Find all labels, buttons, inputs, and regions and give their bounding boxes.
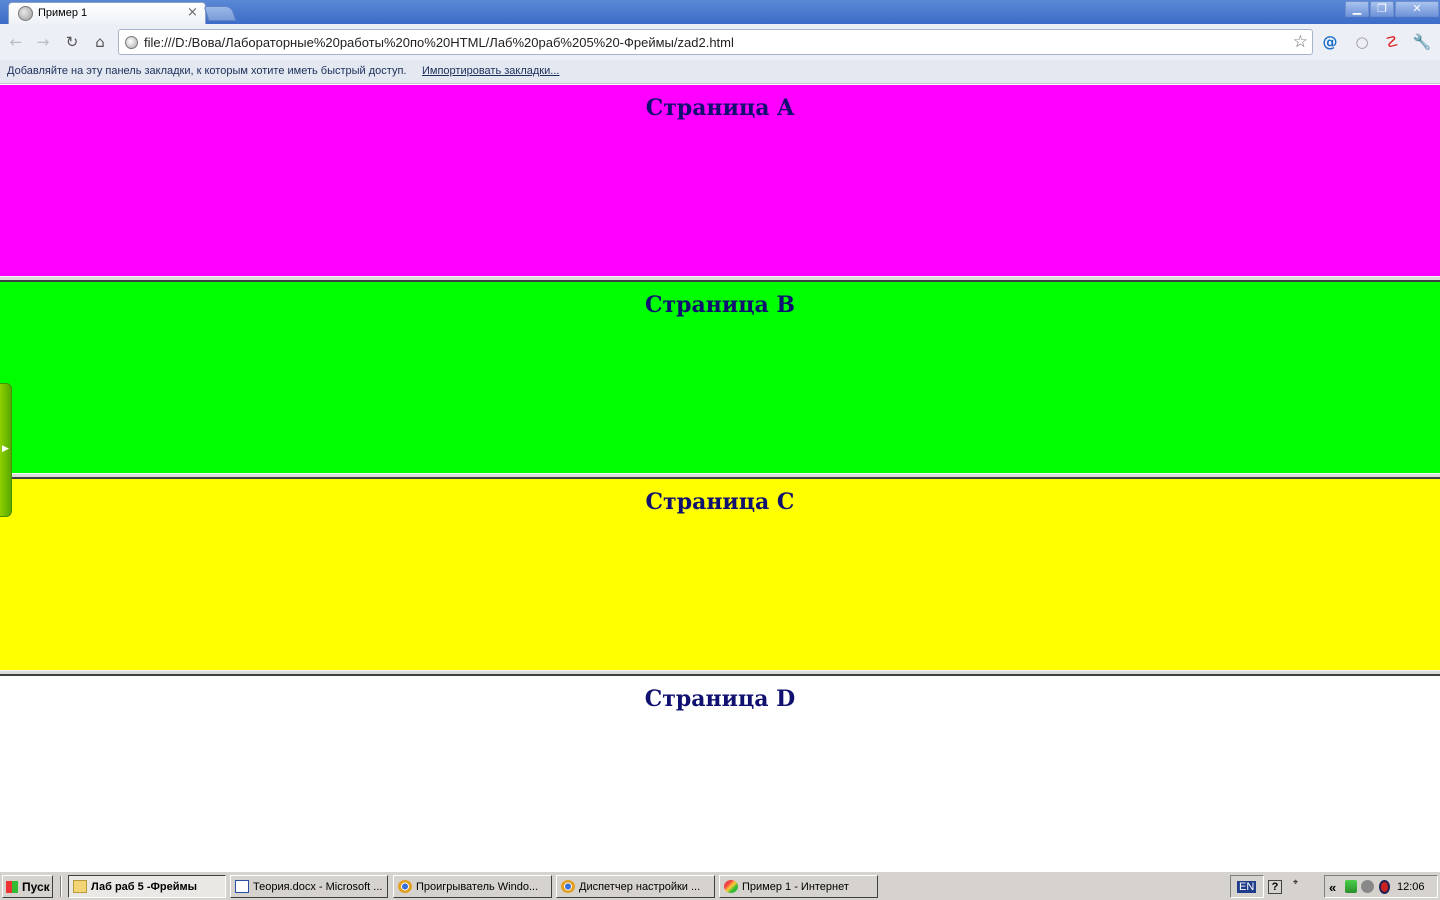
antivirus-icon[interactable]: ☡: [1382, 32, 1402, 52]
address-text: file:///D:/Вова/Лабораторные%20работы%20…: [144, 35, 734, 50]
side-panel-handle[interactable]: ▶: [0, 383, 12, 517]
frame-b-heading: Страница B: [645, 292, 795, 318]
globe-icon: [18, 6, 33, 21]
task-folder[interactable]: Лаб раб 5 -Фреймы: [68, 875, 226, 898]
frame-a-heading: Страница A: [645, 95, 795, 121]
tray-options-icon[interactable]: ⌖: [1293, 877, 1298, 888]
bluetooth-icon[interactable]: [1379, 880, 1390, 894]
frame-b: Страница B: [0, 282, 1440, 473]
task-settings-manager[interactable]: Диспетчер настройки ...: [556, 875, 715, 898]
frame-a: Страница A: [0, 85, 1440, 276]
network-icon[interactable]: [1345, 880, 1357, 893]
start-button[interactable]: Пуск: [2, 875, 53, 898]
page-icon: [125, 36, 138, 49]
clock[interactable]: 12:06: [1397, 881, 1425, 893]
tab-close-icon[interactable]: ×: [187, 5, 198, 20]
bookmarks-bar: Добавляйте на эту панель закладки, к кот…: [0, 60, 1440, 84]
expand-arrow-icon: ▶: [2, 444, 9, 454]
new-tab-button[interactable]: [203, 6, 237, 21]
taskbar: Пуск Лаб раб 5 -Фреймы Теория.docx - Mic…: [0, 871, 1440, 900]
tray-expand-button[interactable]: «: [1329, 880, 1336, 895]
frame-d: Страница D: [0, 676, 1440, 870]
folder-icon: [73, 880, 87, 893]
frame-c: Страница C: [0, 479, 1440, 670]
mail-icon[interactable]: @: [1320, 32, 1340, 52]
help-icon[interactable]: ?: [1268, 880, 1282, 894]
frame-d-heading: Страница D: [644, 686, 796, 712]
task-label: Теория.docx - Microsoft ...: [253, 881, 383, 893]
start-label: Пуск: [22, 880, 50, 894]
minimize-button[interactable]: ▁: [1345, 1, 1369, 17]
browser-toolbar: ← → ↻ ⌂ file:///D:/Вова/Лабораторные%20р…: [0, 24, 1440, 60]
close-window-button[interactable]: ✕: [1395, 1, 1439, 17]
wrench-icon[interactable]: 🔧: [1412, 32, 1432, 52]
task-label: Проигрыватель Windo...: [416, 881, 539, 893]
browser-tab[interactable]: Пример 1 ×: [8, 2, 206, 24]
language-bar[interactable]: EN: [1230, 875, 1264, 898]
import-bookmarks-link[interactable]: Импортировать закладки...: [422, 65, 559, 77]
system-tray: « 12:06: [1324, 875, 1438, 898]
back-button[interactable]: ←: [6, 32, 26, 52]
word-icon: [235, 880, 249, 893]
bookmark-star-icon[interactable]: ☆: [1293, 32, 1308, 52]
task-label: Лаб раб 5 -Фреймы: [91, 881, 198, 893]
task-label: Диспетчер настройки ...: [579, 881, 701, 893]
frame-c-heading: Страница C: [645, 489, 795, 515]
chrome-icon: [398, 880, 412, 893]
maximize-button[interactable]: ❐: [1370, 1, 1394, 17]
language-indicator: EN: [1237, 881, 1257, 893]
ie-icon: [724, 880, 738, 893]
address-bar[interactable]: file:///D:/Вова/Лабораторные%20работы%20…: [118, 29, 1313, 55]
task-player[interactable]: Проигрыватель Windo...: [393, 875, 552, 898]
windows-logo-icon: [6, 881, 18, 893]
bookmarks-prompt: Добавляйте на эту панель закладки, к кот…: [7, 65, 407, 77]
forward-button[interactable]: →: [33, 32, 53, 52]
taskbar-separator: [60, 876, 62, 897]
antivirus-tray-icon[interactable]: [1361, 880, 1374, 893]
home-button[interactable]: ⌂: [90, 32, 110, 52]
reload-button[interactable]: ↻: [62, 32, 82, 52]
title-bar: Пример 1 × ▁ ❐ ✕: [0, 0, 1440, 24]
search-extension-icon[interactable]: ○: [1352, 32, 1372, 52]
tab-title: Пример 1: [38, 7, 88, 19]
task-label: Пример 1 - Интернет: [742, 881, 849, 893]
chrome-icon: [561, 880, 575, 893]
task-word[interactable]: Теория.docx - Microsoft ...: [230, 875, 388, 898]
task-browser[interactable]: Пример 1 - Интернет: [719, 875, 878, 898]
